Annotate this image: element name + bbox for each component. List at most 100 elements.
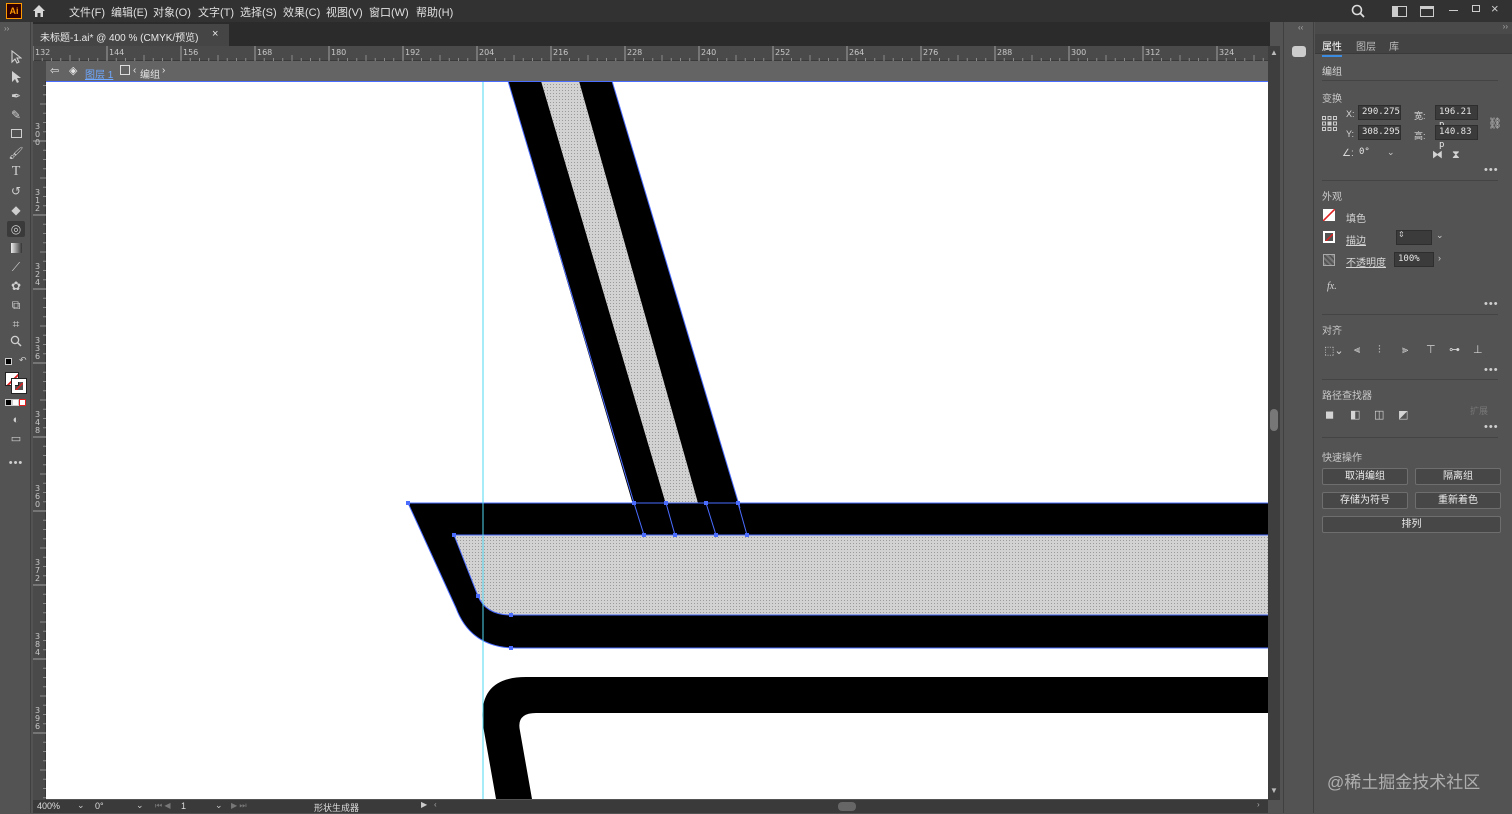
ungroup-button[interactable]: 取消编组 (1322, 468, 1408, 485)
last-artboard-icon[interactable]: ▶ ⏭ (231, 801, 247, 811)
screen-mode-icon[interactable]: ▭ (7, 431, 25, 447)
menu-help[interactable]: 帮助(H) (416, 4, 453, 20)
horizontal-scroll-thumb[interactable] (838, 802, 856, 811)
width-field[interactable]: 196.21 p (1435, 105, 1478, 130)
ruler-origin[interactable] (33, 61, 46, 81)
crop-tool-icon[interactable]: ⌗ (7, 316, 25, 332)
pathfinder-intersect-icon[interactable]: ◫ (1374, 409, 1384, 421)
selection-tool-icon[interactable] (7, 49, 25, 66)
direct-selection-tool-icon[interactable] (7, 70, 25, 86)
angle-dropdown-icon[interactable]: ⌄ (1387, 147, 1395, 158)
stroke-swatch[interactable] (11, 378, 27, 394)
pathfinder-unite-icon[interactable]: ◼ (1325, 409, 1334, 421)
restore-icon[interactable] (1472, 5, 1480, 12)
flip-vertical-icon[interactable]: ⧗ (1452, 149, 1460, 161)
save-as-symbol-button[interactable]: 存储为符号 (1322, 492, 1408, 509)
artboard-tool-icon[interactable]: ⧉ (7, 297, 25, 313)
isolate-group-button[interactable]: 隔离组 (1415, 468, 1501, 485)
tab-properties[interactable]: 属性 (1322, 38, 1342, 57)
transform-more-icon[interactable]: ••• (1484, 164, 1499, 176)
gradient-mode-icon[interactable] (12, 399, 19, 406)
menu-edit[interactable]: 编辑(E) (111, 4, 148, 20)
menu-file[interactable]: 文件(F) (69, 4, 105, 20)
align-top-icon[interactable]: ⊤ (1426, 344, 1436, 356)
menu-select[interactable]: 选择(S) (240, 4, 277, 20)
constrain-proportions-icon[interactable]: ⛓ (1488, 117, 1502, 130)
vertical-scrollbar[interactable]: ▲ ▼ (1268, 46, 1280, 800)
color-mode-icon[interactable] (5, 399, 12, 406)
scroll-left-icon[interactable]: ‹ (434, 800, 437, 809)
breadcrumb-layer[interactable]: 图层 1 (85, 66, 113, 81)
tab-layers[interactable]: 图层 (1356, 38, 1376, 53)
opacity-label[interactable]: 不透明度 (1346, 254, 1386, 269)
align-bottom-icon[interactable]: ⊥ (1473, 344, 1483, 356)
rectangle-tool-icon[interactable] (7, 126, 25, 142)
menu-view[interactable]: 视图(V) (326, 4, 363, 20)
edit-toolbar-icon[interactable]: ••• (7, 455, 25, 471)
align-more-icon[interactable]: ••• (1484, 364, 1499, 376)
gradient-tool-icon[interactable] (7, 240, 25, 256)
effects-fx-icon[interactable]: fx. (1327, 281, 1337, 292)
document-tab[interactable]: 未标题-1.ai* @ 400 % (CMYK/预览) × (33, 24, 229, 46)
type-tool-icon[interactable]: T (7, 164, 25, 180)
rotation-dropdown-icon[interactable]: ⌄ (136, 800, 144, 811)
align-to-icon[interactable]: ⬚⌄ (1324, 345, 1344, 357)
tab-libraries[interactable]: 库 (1389, 38, 1399, 53)
artboard-number[interactable]: 1 (181, 801, 186, 811)
opacity-field[interactable]: 100% (1394, 252, 1434, 267)
pathfinder-exclude-icon[interactable]: ◩ (1398, 409, 1408, 421)
status-menu-icon[interactable]: ▶ (421, 800, 427, 809)
pen-tool-icon[interactable]: ✒ (7, 88, 25, 104)
comments-icon[interactable] (1292, 46, 1306, 57)
appearance-more-icon[interactable]: ••• (1484, 298, 1499, 310)
artboard-dropdown-icon[interactable]: ⌄ (215, 800, 223, 811)
rotation-value[interactable]: 0° (95, 801, 104, 811)
first-artboard-icon[interactable]: ⏮ ◀ (155, 801, 171, 811)
panel-collapse-icon[interactable]: ›› (1503, 22, 1508, 31)
eyedropper-tool-icon[interactable]: ⟋ (7, 259, 25, 275)
opacity-expand-icon[interactable]: › (1438, 253, 1441, 263)
default-colors-icon[interactable] (5, 358, 12, 365)
curvature-tool-icon[interactable]: ✎ (7, 107, 25, 123)
back-arrow-icon[interactable]: ⇦ (50, 64, 59, 77)
collapse-strip-icon[interactable]: ‹‹ (1298, 23, 1303, 32)
none-mode-icon[interactable] (19, 399, 26, 406)
y-position-field[interactable]: 308.295 (1358, 125, 1401, 140)
menu-effect[interactable]: 效果(C) (283, 4, 320, 20)
align-left-icon[interactable]: ⫷ (1354, 344, 1360, 356)
pathfinder-more-icon[interactable]: ••• (1484, 421, 1499, 433)
pathfinder-expand-button[interactable]: 扩展 (1470, 404, 1488, 417)
x-position-field[interactable]: 290.275 (1358, 105, 1401, 120)
stroke-dropdown-icon[interactable]: ⌄ (1436, 230, 1444, 241)
artwork[interactable] (46, 81, 1268, 799)
symbol-sprayer-tool-icon[interactable]: ✿ (7, 278, 25, 294)
rotate-tool-icon[interactable]: ↺ (7, 183, 25, 199)
stroke-weight-stepper-icon[interactable]: ⇕ (1398, 230, 1405, 239)
collapse-toolbar-icon[interactable]: ›› (4, 24, 9, 33)
stroke-label[interactable]: 描边 (1346, 232, 1366, 247)
reference-point-icon[interactable] (1322, 116, 1337, 131)
eraser-tool-icon[interactable]: ◆ (7, 202, 25, 218)
breadcrumb-group[interactable]: 编组 (140, 66, 160, 81)
paintbrush-tool-icon[interactable]: 🖌 (7, 145, 25, 161)
vertical-scroll-thumb[interactable] (1270, 409, 1278, 431)
stroke-color-swatch[interactable] (1323, 231, 1335, 243)
pathfinder-minus-front-icon[interactable]: ◧ (1350, 409, 1360, 421)
scroll-up-icon[interactable]: ▲ (1270, 48, 1278, 57)
drawing-modes-icon[interactable]: ◐ (7, 412, 25, 428)
search-icon[interactable] (1351, 4, 1365, 18)
home-icon[interactable] (31, 3, 47, 19)
document-tab-close-icon[interactable]: × (212, 28, 218, 40)
swap-colors-icon[interactable]: ↶ (19, 355, 27, 366)
align-horizontal-center-icon[interactable]: ⫶ (1378, 344, 1381, 356)
close-window-icon[interactable]: × (1491, 1, 1499, 16)
shape-builder-tool-icon[interactable]: ◎ (7, 221, 25, 237)
artboard-canvas[interactable] (46, 81, 1268, 799)
minimize-icon[interactable] (1449, 10, 1458, 11)
menu-object[interactable]: 对象(O) (153, 4, 191, 20)
menu-window[interactable]: 窗口(W) (369, 4, 409, 20)
recolor-button[interactable]: 重新着色 (1415, 492, 1501, 509)
arrange-button[interactable]: 排列 (1322, 516, 1501, 533)
workspace-switcher-icon[interactable] (1392, 6, 1407, 17)
scroll-down-icon[interactable]: ▼ (1270, 786, 1278, 795)
